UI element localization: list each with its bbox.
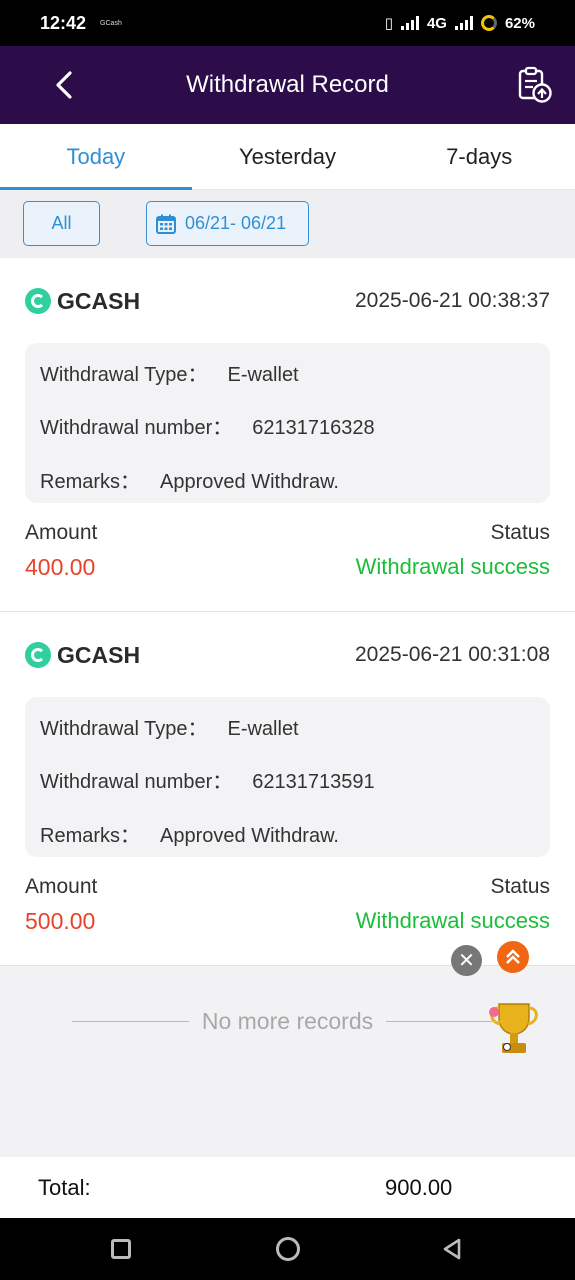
app-header: Withdrawal Record — [0, 46, 575, 124]
status-right: ▯ 4G 62% — [384, 14, 535, 33]
amount-label: Amount — [25, 521, 98, 544]
divider-left — [71, 1021, 189, 1022]
status-label: Status — [490, 875, 550, 898]
withdrawal-type-row: Withdrawal Type： E-wallet — [40, 358, 299, 387]
status-value: Withdrawal success — [355, 908, 550, 933]
status-app-label: GCash — [100, 19, 122, 27]
remarks-label: Remarks： — [40, 471, 141, 493]
withdrawal-number-label: Withdrawal number： — [40, 771, 233, 793]
withdrawal-type-value: E-wallet — [227, 718, 299, 740]
recent-apps-icon[interactable] — [111, 1239, 131, 1259]
battery-percent: 62% — [504, 14, 535, 32]
system-nav-bar — [0, 1218, 575, 1280]
remarks-row: Remarks： Approved Withdraw. — [40, 819, 339, 848]
signal-icon — [400, 16, 419, 30]
network-type: 4G — [426, 14, 447, 32]
record-datetime: 2025-06-21 00:38:37 — [355, 289, 550, 312]
withdrawal-number-value: 62131716328 — [252, 417, 375, 439]
withdrawal-number-row: Withdrawal number： 62131713591 — [40, 765, 375, 794]
document-upload-icon[interactable] — [517, 66, 553, 104]
date-range-button[interactable]: 06/21- 06/21 — [146, 201, 309, 246]
status-bar: 12:42 GCash ▯ 4G 62% — [0, 0, 575, 46]
filter-all-button[interactable]: All — [23, 201, 100, 246]
scroll-to-top-button[interactable] — [497, 941, 529, 973]
provider-name: GCASH — [57, 287, 141, 314]
withdrawal-type-label: Withdrawal Type： — [40, 364, 208, 386]
total-bar: Total: 900.00 — [0, 1157, 575, 1218]
back-arrow-icon[interactable] — [52, 70, 76, 100]
date-range-label: 06/21- 06/21 — [185, 213, 287, 233]
provider-name: GCASH — [57, 641, 141, 668]
status-label: Status — [490, 521, 550, 544]
withdrawal-number-label: Withdrawal number： — [40, 417, 233, 439]
date-tabs: Today Yesterday 7-days — [0, 124, 575, 190]
close-icon[interactable]: ✕ — [451, 945, 482, 976]
tab-today[interactable]: Today — [0, 124, 192, 190]
remarks-value: Approved Withdraw. — [160, 471, 339, 493]
record-header: GCASH 2025-06-21 00:31:08 — [25, 642, 550, 668]
back-icon[interactable] — [440, 1237, 464, 1261]
amount-value: 500.00 — [25, 908, 96, 934]
filter-bar: All 06/21- 06/21 — [0, 190, 575, 258]
record-card: GCASH 2025-06-21 00:38:37 Withdrawal Typ… — [0, 258, 575, 612]
tab-yesterday[interactable]: Yesterday — [192, 124, 384, 189]
end-of-list: No more records — [0, 1008, 575, 1035]
withdrawal-type-row: Withdrawal Type： E-wallet — [40, 712, 299, 741]
calendar-icon — [156, 214, 176, 234]
gcash-logo-icon — [25, 642, 51, 668]
no-more-records-text: No more records — [201, 1008, 374, 1034]
remarks-label: Remarks： — [40, 825, 141, 847]
record-card: GCASH 2025-06-21 00:31:08 Withdrawal Typ… — [0, 612, 575, 966]
withdrawal-number-row: Withdrawal number： 62131716328 — [40, 411, 375, 440]
total-label: Total: — [38, 1175, 91, 1200]
home-icon[interactable] — [276, 1237, 300, 1261]
total-value: 900.00 — [385, 1175, 453, 1200]
record-details: Withdrawal Type： E-wallet Withdrawal numb… — [25, 343, 550, 503]
amount-label: Amount — [25, 875, 98, 898]
amount-value: 400.00 — [25, 554, 96, 580]
withdrawal-type-value: E-wallet — [227, 364, 299, 386]
withdrawal-number-value: 62131713591 — [252, 771, 375, 793]
status-value: Withdrawal success — [355, 554, 550, 579]
remarks-row: Remarks： Approved Withdraw. — [40, 465, 339, 494]
page-title: Withdrawal Record — [186, 71, 389, 98]
record-header: GCASH 2025-06-21 00:38:37 — [25, 288, 550, 314]
status-time: 12:42 — [40, 12, 87, 33]
battery-icon — [480, 15, 497, 31]
withdrawal-type-label: Withdrawal Type： — [40, 718, 208, 740]
remarks-value: Approved Withdraw. — [160, 825, 339, 847]
tab-7-days[interactable]: 7-days — [383, 124, 575, 189]
signal-icon-2 — [454, 16, 473, 30]
vibrate-icon: ▯ — [384, 15, 393, 32]
divider-right — [386, 1021, 504, 1022]
double-chevron-up-icon — [506, 949, 520, 964]
record-details: Withdrawal Type： E-wallet Withdrawal numb… — [25, 697, 550, 857]
record-datetime: 2025-06-21 00:31:08 — [355, 643, 550, 666]
gcash-logo-icon — [25, 288, 51, 314]
